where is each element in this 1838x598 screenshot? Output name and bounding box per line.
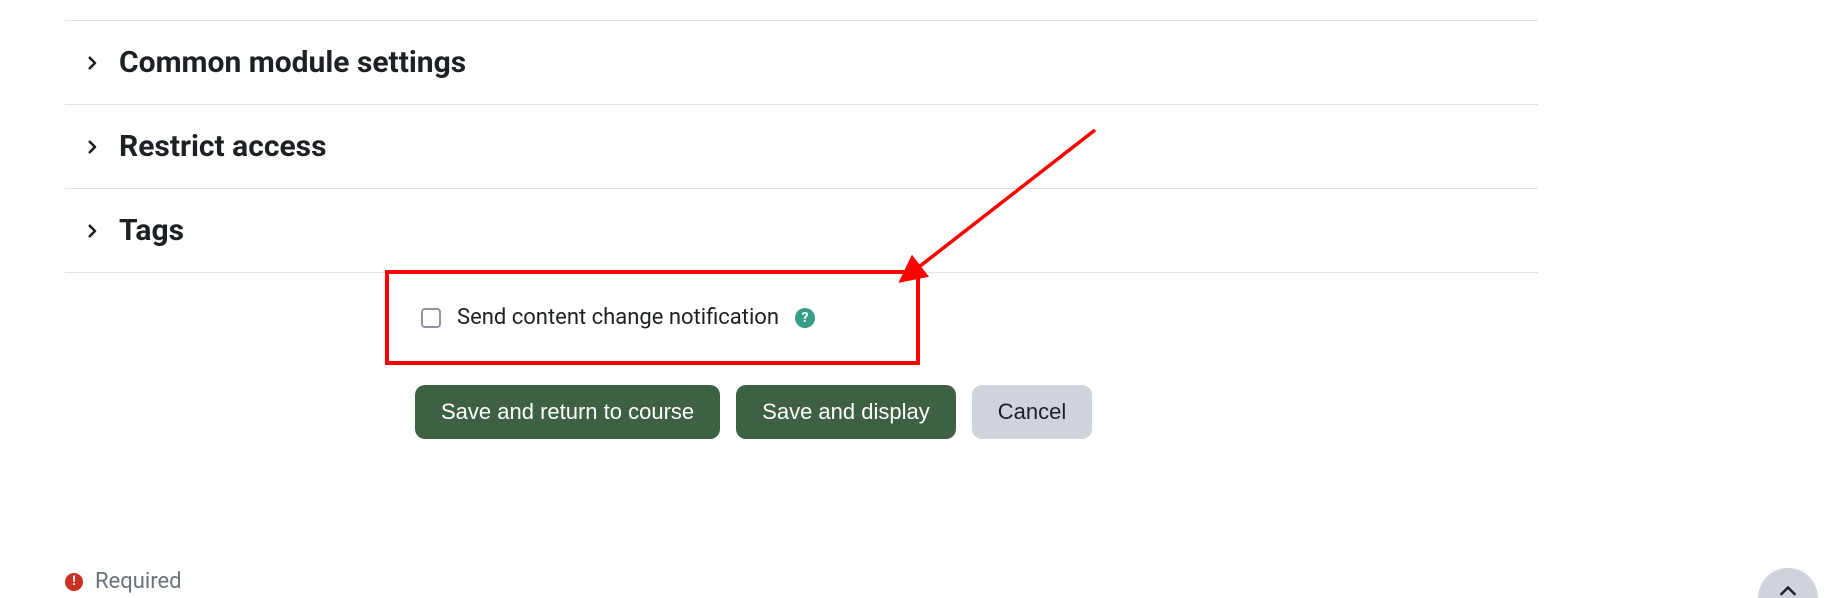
send-notification-checkbox[interactable] <box>421 308 441 328</box>
section-common-module-settings[interactable]: Common module settings <box>65 20 1538 104</box>
scroll-to-top-button[interactable] <box>1758 568 1818 598</box>
save-display-button[interactable]: Save and display <box>736 385 956 439</box>
help-icon[interactable]: ? <box>795 308 815 328</box>
required-text: Required <box>95 569 182 594</box>
section-tags[interactable]: Tags <box>65 188 1538 272</box>
section-title: Tags <box>119 213 184 248</box>
section-title: Common module settings <box>119 45 466 80</box>
section-title: Restrict access <box>119 129 326 164</box>
chevron-right-icon <box>83 222 101 240</box>
required-icon: ! <box>65 573 83 591</box>
chevron-up-icon <box>1778 584 1798 596</box>
chevron-right-icon <box>83 138 101 156</box>
chevron-right-icon <box>83 54 101 72</box>
required-legend: ! Required <box>65 569 182 594</box>
send-notification-label: Send content change notification <box>457 305 779 330</box>
save-return-button[interactable]: Save and return to course <box>415 385 720 439</box>
action-button-row: Save and return to course Save and displ… <box>415 385 1538 439</box>
annotation-highlight-box: Send content change notification ? <box>385 270 920 365</box>
cancel-button[interactable]: Cancel <box>972 385 1092 439</box>
section-restrict-access[interactable]: Restrict access <box>65 104 1538 188</box>
